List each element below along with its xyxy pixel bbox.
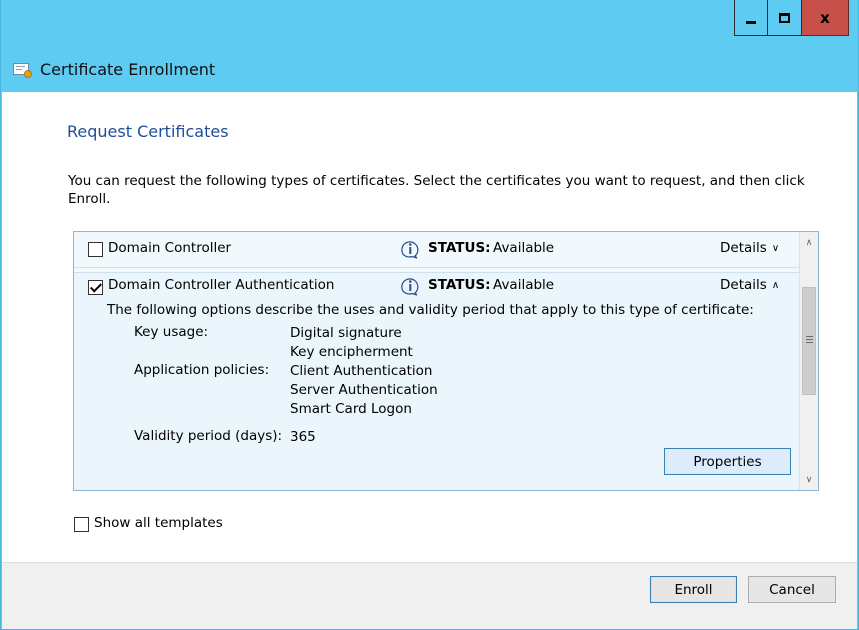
details-toggle[interactable]: Details ∨	[720, 240, 779, 256]
application-policy-value: Smart Card Logon	[290, 400, 438, 419]
properties-button[interactable]: Properties	[664, 448, 791, 475]
window-title: Certificate Enrollment	[40, 60, 215, 79]
scrollbar-thumb[interactable]	[802, 287, 816, 395]
content-panel: Request Certificates You can request the…	[2, 92, 857, 562]
chevron-up-icon: ∧	[772, 280, 779, 291]
minimize-icon	[746, 21, 756, 24]
status-value: Available	[493, 277, 554, 293]
close-button[interactable]: x	[802, 0, 849, 36]
scroll-up-arrow-icon[interactable]: ∧	[800, 234, 818, 251]
caption-buttons: x	[734, 0, 849, 36]
show-all-templates-checkbox[interactable]	[74, 517, 89, 532]
maximize-button[interactable]	[768, 0, 802, 36]
certificate-checkbox[interactable]	[88, 280, 103, 295]
certificate-checkbox[interactable]	[88, 242, 103, 257]
certificate-list[interactable]: Domain Controller STATUS: Available Deta…	[73, 231, 819, 491]
enroll-button[interactable]: Enroll	[650, 576, 737, 603]
validity-period-label: Validity period (days):	[134, 428, 282, 444]
validity-period-value: 365	[290, 428, 316, 447]
info-icon	[400, 239, 420, 259]
certificate-description: The following options describe the uses …	[107, 302, 754, 318]
window-header: Certificate Enrollment	[2, 46, 857, 92]
status-value: Available	[493, 240, 554, 256]
certificate-name: Domain Controller	[108, 240, 231, 256]
application-policies-label: Application policies:	[134, 362, 269, 378]
application-policy-value: Client Authentication	[290, 362, 438, 381]
key-usage-value: Digital signature	[290, 324, 413, 343]
show-all-templates-label: Show all templates	[94, 515, 223, 531]
intro-text: You can request the following types of c…	[68, 172, 808, 208]
chevron-down-icon: ∨	[772, 243, 779, 254]
details-label: Details	[720, 277, 767, 293]
certificate-list-content: Domain Controller STATUS: Available Deta…	[74, 232, 799, 490]
window-frame: x Certificate Enrollment Request Certifi…	[0, 0, 859, 630]
application-policy-value: Server Authentication	[290, 381, 438, 400]
key-usage-value: Key encipherment	[290, 343, 413, 362]
list-item[interactable]: Domain Controller STATUS: Available Deta…	[74, 232, 799, 268]
status-label: STATUS:	[428, 277, 491, 293]
scroll-down-arrow-icon[interactable]: ∨	[800, 471, 818, 488]
key-usage-label: Key usage:	[134, 324, 208, 340]
dialog-footer: Enroll Cancel	[2, 562, 857, 629]
minimize-button[interactable]	[734, 0, 768, 36]
application-policies-values: Client Authentication Server Authenticat…	[290, 362, 438, 419]
page-title: Request Certificates	[67, 122, 229, 141]
maximize-icon	[779, 13, 790, 23]
grip-icon	[806, 336, 813, 343]
key-usage-values: Digital signature Key encipherment	[290, 324, 413, 362]
certificate-icon	[13, 62, 31, 77]
details-label: Details	[720, 240, 767, 256]
details-toggle[interactable]: Details ∧	[720, 277, 779, 293]
vertical-scrollbar[interactable]: ∧ ∨	[799, 232, 818, 490]
status-label: STATUS:	[428, 240, 491, 256]
close-icon: x	[820, 9, 830, 27]
certificate-name: Domain Controller Authentication	[108, 277, 334, 293]
info-icon	[400, 276, 420, 296]
list-item[interactable]: Domain Controller Authentication STATUS:…	[74, 272, 799, 490]
cancel-button[interactable]: Cancel	[748, 576, 836, 603]
